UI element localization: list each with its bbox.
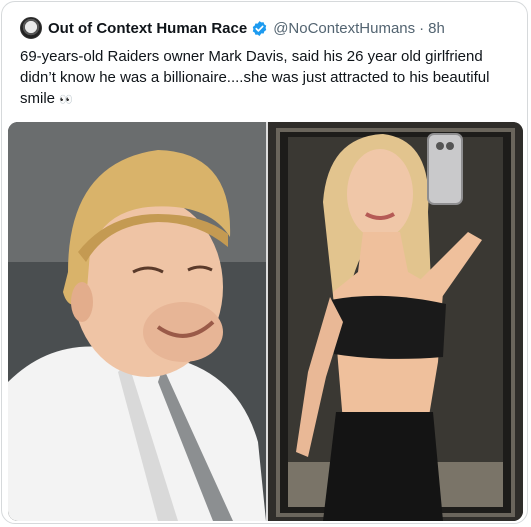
man-photo-illustration <box>8 122 266 521</box>
display-name[interactable]: Out of Context Human Race <box>48 20 247 37</box>
avatar[interactable] <box>20 17 42 39</box>
separator-dot: · <box>419 19 425 37</box>
user-handle[interactable]: @NoContextHumans <box>273 20 415 37</box>
tweet-text: 69-years-old Raiders owner Mark Davis, s… <box>20 46 511 111</box>
woman-photo-illustration <box>268 122 523 521</box>
eyes-emoji: 👀 <box>59 94 73 106</box>
photo-left[interactable] <box>8 122 266 521</box>
media-grid[interactable] <box>8 122 523 521</box>
tweet-body: 69-years-old Raiders owner Mark Davis, s… <box>20 48 490 107</box>
photo-right[interactable] <box>268 122 523 521</box>
timestamp[interactable]: 8h <box>428 20 445 37</box>
verified-badge-icon <box>252 20 267 36</box>
tweet-header: Out of Context Human Race @NoContextHuma… <box>20 15 515 41</box>
tweet-card[interactable]: Out of Context Human Race @NoContextHuma… <box>1 1 528 524</box>
